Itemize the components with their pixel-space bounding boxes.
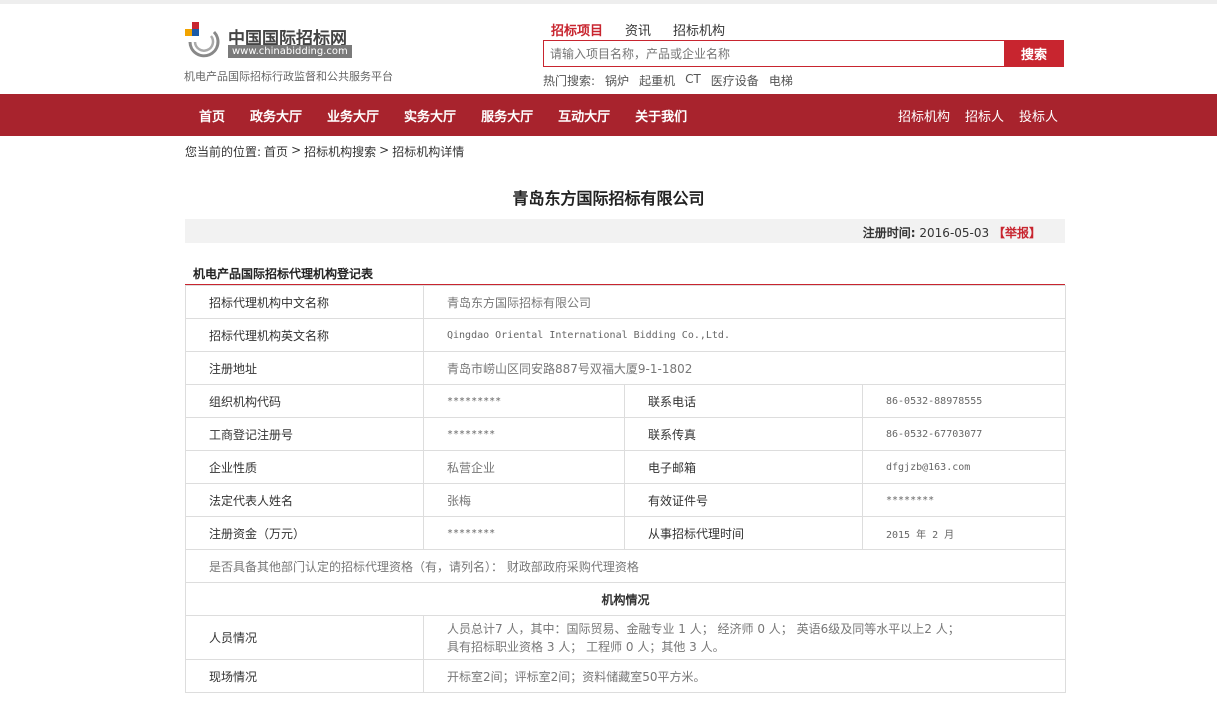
table-row: 注册地址 青岛市崂山区同安路887号双福大厦9-1-1802	[185, 351, 1066, 385]
cell-value: ********	[423, 516, 625, 550]
table-row: 是否具备其他部门认定的招标代理资格（有，请列名）： 财政部政府采购代理资格	[185, 549, 1066, 583]
nav-item-government[interactable]: 政务大厅	[250, 106, 302, 125]
cell-label: 电子邮箱	[624, 450, 863, 484]
table-row: 招标代理机构中文名称 青岛东方国际招标有限公司	[185, 285, 1066, 319]
cell-value: 2015 年 2 月	[862, 516, 1066, 550]
cell-value: 开标室2间；评标室2间；资料储藏室50平方米。	[423, 659, 1066, 693]
section-title: 机电产品国际招标代理机构登记表	[193, 267, 374, 281]
cell-label: 招标代理机构中文名称	[185, 285, 424, 319]
table-row: 法定代表人姓名 张梅 有效证件号 ********	[185, 483, 1066, 517]
nav-item-agencies[interactable]: 招标机构	[898, 106, 950, 125]
cell-value: 86-0532-88978555	[862, 384, 1066, 418]
org-situation-header: 机构情况	[185, 582, 1066, 616]
search-tab-news[interactable]: 资讯	[625, 20, 651, 39]
cell-label: 联系电话	[624, 384, 863, 418]
cell-label: 有效证件号	[624, 483, 863, 517]
cell-value: ********	[423, 417, 625, 451]
breadcrumb: 您当前的位置: 首页 > 招标机构搜索 > 招标机构详情	[185, 143, 464, 160]
nav-item-tenderers[interactable]: 招标人	[965, 106, 1004, 125]
cell-label: 企业性质	[185, 450, 424, 484]
hot-searches: 热门搜索: 锅炉 起重机 CT 医疗设备 电梯	[543, 72, 793, 89]
hot-search-item[interactable]: 电梯	[769, 72, 793, 89]
cell-label: 现场情况	[185, 659, 424, 693]
breadcrumb-prefix: 您当前的位置:	[185, 145, 262, 159]
reg-time-label: 注册时间:	[862, 226, 916, 240]
search-tab-projects[interactable]: 招标项目	[551, 20, 603, 46]
nav-item-interactive[interactable]: 互动大厅	[558, 106, 610, 125]
agency-registration-table: 招标代理机构中文名称 青岛东方国际招标有限公司 招标代理机构英文名称 Qingd…	[185, 285, 1066, 693]
cell-value: 张梅	[423, 483, 625, 517]
search-tab-agencies[interactable]: 招标机构	[673, 20, 725, 39]
table-row: 注册资金（万元） ******** 从事招标代理时间 2015 年 2 月	[185, 516, 1066, 550]
hot-search-item[interactable]: 起重机	[639, 72, 675, 89]
cell-label: 招标代理机构英文名称	[185, 318, 424, 352]
cell-value: ********	[862, 483, 1066, 517]
search-tabs: 招标项目 资讯 招标机构	[551, 20, 725, 46]
cell-value: dfgjzb@163.com	[862, 450, 1066, 484]
logo-mark-icon	[185, 22, 220, 58]
staff-line-2: 具有招标职业资格 3 人； 工程师 0 人；其他 3 人。	[447, 639, 725, 654]
breadcrumb-current: 招标机构详情	[392, 145, 465, 159]
cell-label: 注册地址	[185, 351, 424, 385]
table-row: 招标代理机构英文名称 Qingdao Oriental Internationa…	[185, 318, 1066, 352]
cell-label: 人员情况	[185, 615, 424, 660]
table-row: 机构情况	[185, 582, 1066, 616]
search-input[interactable]	[543, 40, 1005, 67]
staff-line-1: 人员总计7 人，其中：国际贸易、金融专业 1 人； 经济师 0 人； 英语6级及…	[447, 621, 960, 636]
nav-item-bidders[interactable]: 投标人	[1019, 106, 1058, 125]
table-row: 企业性质 私营企业 电子邮箱 dfgjzb@163.com	[185, 450, 1066, 484]
cell-value: 86-0532-67703077	[862, 417, 1066, 451]
nav-item-practice[interactable]: 实务大厅	[404, 106, 456, 125]
nav-item-about[interactable]: 关于我们	[635, 106, 687, 125]
cell-label: 注册资金（万元）	[185, 516, 424, 550]
hot-search-item[interactable]: 锅炉	[605, 72, 629, 89]
table-row: 工商登记注册号 ******** 联系传真 86-0532-67703077	[185, 417, 1066, 451]
cell-label: 工商登记注册号	[185, 417, 424, 451]
cell-value: 私营企业	[423, 450, 625, 484]
main-nav: 首页 政务大厅 业务大厅 实务大厅 服务大厅 互动大厅 关于我们 招标机构 招标…	[0, 94, 1217, 136]
breadcrumb-separator: >	[291, 143, 302, 157]
site-logo[interactable]: 中国国际招标网 www.chinabidding.com	[184, 20, 404, 70]
report-link[interactable]: 【举报】	[993, 226, 1041, 240]
cell-value: Qingdao Oriental International Bidding C…	[423, 318, 1066, 352]
nav-item-business[interactable]: 业务大厅	[327, 106, 379, 125]
cell-value: 青岛市崂山区同安路887号双福大厦9-1-1802	[423, 351, 1066, 385]
nav-item-home[interactable]: 首页	[199, 106, 225, 125]
hot-search-item[interactable]: CT	[685, 72, 701, 89]
cell-label: 联系传真	[624, 417, 863, 451]
logo-url: www.chinabidding.com	[228, 45, 352, 58]
breadcrumb-home[interactable]: 首页	[264, 143, 288, 160]
nav-item-service[interactable]: 服务大厅	[481, 106, 533, 125]
cell-value: 人员总计7 人，其中：国际贸易、金融专业 1 人； 经济师 0 人； 英语6级及…	[423, 615, 1066, 660]
breadcrumb-separator: >	[379, 143, 390, 157]
top-border	[0, 0, 1217, 4]
cell-value: 青岛东方国际招标有限公司	[423, 285, 1066, 319]
cell-value: *********	[423, 384, 625, 418]
cell-label: 组织机构代码	[185, 384, 424, 418]
hot-search-item[interactable]: 医疗设备	[711, 72, 759, 89]
other-qualification: 是否具备其他部门认定的招标代理资格（有，请列名）： 财政部政府采购代理资格	[185, 549, 1066, 583]
site-slogan: 机电产品国际招标行政监督和公共服务平台	[184, 70, 393, 83]
cell-label: 法定代表人姓名	[185, 483, 424, 517]
search-button[interactable]: 搜索	[1004, 40, 1064, 67]
reg-time-value: 2016-05-03	[919, 226, 990, 240]
table-row: 组织机构代码 ********* 联系电话 86-0532-88978555	[185, 384, 1066, 418]
page-title: 青岛东方国际招标有限公司	[512, 189, 705, 208]
table-row: 人员情况 人员总计7 人，其中：国际贸易、金融专业 1 人； 经济师 0 人； …	[185, 615, 1066, 660]
cell-label: 从事招标代理时间	[624, 516, 863, 550]
breadcrumb-agency-search[interactable]: 招标机构搜索	[304, 143, 376, 160]
table-row: 现场情况 开标室2间；评标室2间；资料储藏室50平方米。	[185, 659, 1066, 693]
registration-bar: 注册时间: 2016-05-03 【举报】	[185, 219, 1065, 243]
hot-search-label: 热门搜索:	[543, 74, 596, 88]
